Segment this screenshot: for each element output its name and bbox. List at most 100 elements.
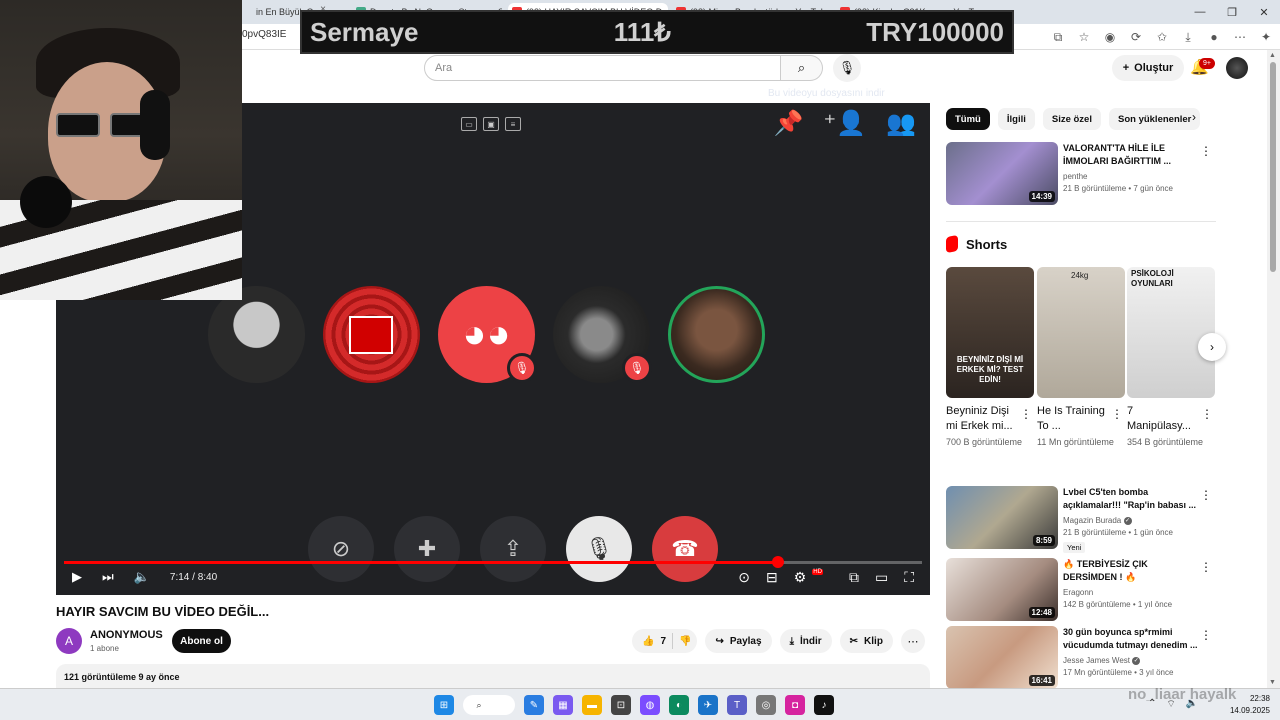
start-windows-icon[interactable]: ⊞ <box>434 695 454 715</box>
channel-avatar[interactable]: A <box>56 628 82 654</box>
settings-icon[interactable]: ⚙ <box>794 569 807 586</box>
minimize-icon[interactable]: — <box>1184 0 1216 24</box>
chip-recent[interactable]: Son yüklenenler <box>1108 108 1201 130</box>
favorites-icon[interactable]: ✩ <box>1152 27 1172 47</box>
progress-scrubber[interactable] <box>771 556 784 568</box>
hang-up-button[interactable]: ☎ <box>652 516 718 582</box>
channel-name[interactable]: Magazin Burada ✓ <box>1063 516 1132 525</box>
volume-icon[interactable]: 🔈 <box>134 569 150 585</box>
channel-name[interactable]: Eragonn <box>1063 588 1093 597</box>
menu-icon[interactable]: ⋯ <box>1230 27 1250 47</box>
next-icon[interactable]: ⏭ <box>102 569 114 585</box>
account-avatar[interactable] <box>1226 57 1248 79</box>
file-explorer-icon[interactable]: ▬ <box>582 695 602 715</box>
play-icon[interactable]: ▶ <box>72 569 82 585</box>
dislike-icon[interactable]: 👎 <box>679 636 691 647</box>
profile-icon[interactable]: ● <box>1204 27 1224 47</box>
recommended-video[interactable]: 12:48 🔥 TERBİYESİZ ÇIK DERSİMDEN ! 🔥 Era… <box>946 558 1216 621</box>
share-button[interactable]: ↪ Paylaş <box>705 629 772 653</box>
miniplayer-icon[interactable]: ⧉ <box>849 569 859 586</box>
members-icon[interactable]: 👥 <box>886 109 916 138</box>
teams-icon[interactable]: T <box>727 695 747 715</box>
description-box[interactable]: 121 görüntüleme 9 ay önce <box>56 664 930 690</box>
more-vert-icon[interactable]: ⋮ <box>1111 407 1123 421</box>
fullscreen-icon[interactable]: ⛶ <box>904 569 914 586</box>
short-card[interactable]: BEYNİNİZ DİŞİ Mİ ERKEK Mİ? TEST EDİN! Be… <box>946 267 1034 449</box>
participant-avatar[interactable] <box>208 286 305 383</box>
chevron-right-icon[interactable]: › <box>1192 110 1196 124</box>
participant-avatar[interactable] <box>323 286 420 383</box>
extension-icon[interactable]: ⟳ <box>1126 27 1146 47</box>
video-thumbnail[interactable]: 12:48 <box>946 558 1058 621</box>
copilot-icon[interactable]: ✦ <box>1256 27 1276 47</box>
scroll-up-icon[interactable]: ▲ <box>1269 52 1276 59</box>
instagram-icon[interactable]: ◘ <box>785 695 805 715</box>
activities-button[interactable]: ✚ <box>394 516 460 582</box>
close-window-icon[interactable]: ✕ <box>1248 0 1280 24</box>
url-field[interactable]: 0pvQ83IE <box>242 29 286 40</box>
add-friend-icon[interactable]: ⁺👤 <box>824 109 867 138</box>
short-title[interactable]: 7 Manipülasy... <box>1127 404 1199 434</box>
screen-icon[interactable]: ▣ <box>483 117 499 131</box>
short-card[interactable]: PSİKOLOJİ OYUNLARI 7 Manipülasy... 354 B… <box>1127 267 1215 449</box>
extension-icon[interactable]: ◉ <box>1100 27 1120 47</box>
video-thumbnail[interactable]: 16:41 <box>946 626 1058 689</box>
clip-button[interactable]: ✂ Klip <box>839 629 893 653</box>
short-thumbnail[interactable]: PSİKOLOJİ OYUNLARI <box>1127 267 1215 398</box>
more-vert-icon[interactable]: ⋮ <box>1020 407 1032 421</box>
theater-mode-icon[interactable]: ▭ <box>875 569 888 586</box>
app-icon[interactable]: ▦ <box>553 695 573 715</box>
create-button[interactable]: + Oluştur <box>1112 55 1184 81</box>
recommended-video[interactable]: 16:41 30 gün boyunca sp*rmimi vücudumda … <box>946 626 1216 689</box>
screen-share-button[interactable]: ⇪ <box>480 516 546 582</box>
microphone-button[interactable]: 🎙 <box>566 516 632 582</box>
chip-related[interactable]: İlgili <box>997 108 1035 130</box>
download-button[interactable]: ⤓ İndir <box>779 629 832 653</box>
chip-all[interactable]: Tümü <box>946 108 990 130</box>
scroll-down-icon[interactable]: ▼ <box>1269 679 1276 686</box>
video-title[interactable]: Lvbel C5'ten bomba açıklamalar!!! "Rap'i… <box>1063 486 1198 512</box>
taskbar-search[interactable]: ⌕ Ara <box>463 695 515 715</box>
participant-avatar-speaking[interactable] <box>668 286 765 383</box>
more-vert-icon[interactable]: ⋮ <box>1200 144 1212 158</box>
scrollbar-thumb[interactable] <box>1270 62 1276 272</box>
chip-for-you[interactable]: Size özel <box>1042 108 1101 130</box>
channel-name[interactable]: penthe <box>1063 172 1087 181</box>
edge-browser-icon[interactable]: ◐ <box>669 695 689 715</box>
obs-icon[interactable]: ◎ <box>756 695 776 715</box>
short-thumbnail[interactable]: BEYNİNİZ DİŞİ Mİ ERKEK Mİ? TEST EDİN! <box>946 267 1034 398</box>
more-actions-button[interactable]: ⋯ <box>900 629 925 653</box>
maximize-icon[interactable]: ❐ <box>1216 0 1248 24</box>
page-scrollbar[interactable]: ▲ ▼ <box>1267 50 1280 688</box>
short-card[interactable]: 24kg He Is Training To ... 11 Mn görüntü… <box>1037 267 1125 449</box>
short-title[interactable]: He Is Training To ... <box>1037 404 1109 434</box>
popout-icon[interactable]: ▭ <box>461 117 477 131</box>
video-thumbnail[interactable]: 14:39 <box>946 142 1058 205</box>
store-icon[interactable]: ⊡ <box>611 695 631 715</box>
camera-off-button[interactable]: ⊘ <box>308 516 374 582</box>
search-button[interactable]: ⌕ <box>781 55 823 81</box>
video-thumbnail[interactable]: 8:59 <box>946 486 1058 549</box>
short-title[interactable]: Beyniniz Dişi mi Erkek mi... <box>946 404 1018 434</box>
like-count[interactable]: 7 <box>660 636 666 647</box>
participant-avatar[interactable]: 🎙 <box>553 286 652 383</box>
video-title[interactable]: 🔥 TERBİYESİZ ÇIK DERSİMDEN ! 🔥 <box>1063 558 1198 584</box>
recommended-video[interactable]: 14:39 VALORANT'TA HİLE İLE İMMOLARI BAĞI… <box>946 142 1216 208</box>
channel-name[interactable]: Jesse James West ✓ <box>1063 656 1141 665</box>
video-title[interactable]: 30 gün boyunca sp*rmimi vücudumda tutmay… <box>1063 626 1198 652</box>
voice-search-button[interactable]: 🎙 <box>833 54 861 82</box>
more-vert-icon[interactable]: ⋮ <box>1200 560 1212 574</box>
autoplay-toggle-icon[interactable]: ⊙ <box>738 569 750 586</box>
video-title[interactable]: VALORANT'TA HİLE İLE İMMOLARI BAĞIRTTIM … <box>1063 142 1198 168</box>
channel-name[interactable]: ANONYMOUS <box>90 629 163 641</box>
subtitles-icon[interactable]: ⊟ <box>766 569 778 586</box>
pin-icon[interactable]: 📌 <box>774 109 804 138</box>
chat-icon[interactable]: ≡ <box>505 117 521 131</box>
search-input[interactable]: Ara <box>424 55 781 81</box>
more-vert-icon[interactable]: ⋮ <box>1201 407 1213 421</box>
install-icon[interactable]: ⧉ <box>1048 27 1068 47</box>
shorts-next-button[interactable]: › <box>1198 333 1226 361</box>
short-thumbnail[interactable]: 24kg <box>1037 267 1125 398</box>
recommended-video[interactable]: 8:59 Lvbel C5'ten bomba açıklamalar!!! "… <box>946 486 1216 553</box>
app-icon[interactable]: ✈ <box>698 695 718 715</box>
